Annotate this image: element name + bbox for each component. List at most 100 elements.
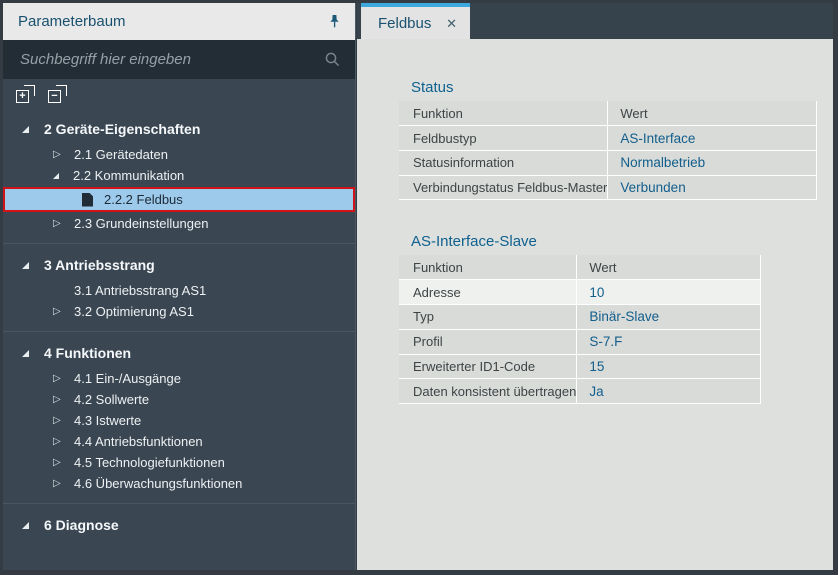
tree-item-label: 4.6 Überwachungsfunktionen [74,476,242,491]
param-label: Erweiterter ID1-Code [399,354,577,379]
tree-item-ueberwachungsfunktionen[interactable]: 4.6 Überwachungsfunktionen [3,473,355,494]
table-row: Daten konsistent übertragen Ja [399,379,761,404]
parameter-tree: 2 Geräte-Eigenschaften 2.1 Gerätedaten 2… [3,108,355,570]
detail-panel: Feldbus ✕ Status Funktion Wert Feldbusty… [357,3,833,570]
chevron-collapsed-icon[interactable] [53,150,66,160]
chevron-collapsed-icon[interactable] [53,437,66,447]
tree-item-label: 2.2.2 Feldbus [104,192,183,207]
chevron-collapsed-icon[interactable] [53,374,66,384]
chevron-expanded-icon[interactable] [22,522,29,529]
tree-item-grundeinstellungen[interactable]: 2.3 Grundeinstellungen [3,213,355,234]
tree-item-label: 4.1 Ein-/Ausgänge [74,371,181,386]
tree-toolbar: + − [3,79,355,108]
param-value[interactable]: Verbunden [608,175,817,200]
tree-section-geraete-eigenschaften[interactable]: 2 Geräte-Eigenschaften [3,117,355,141]
tree-item-label: 4.4 Antriebsfunktionen [74,434,203,449]
tree-item-label: 2.1 Gerätedaten [74,147,168,162]
collapse-all-button[interactable]: − [48,85,67,103]
pin-icon[interactable] [325,13,343,31]
tree-item-label: 2.2 Kommunikation [73,168,184,183]
section-title-status: Status [411,79,833,96]
tree-item-label: 2 Geräte-Eigenschaften [44,121,200,137]
column-header-funktion: Funktion [399,101,608,126]
param-label: Statusinformation [399,150,608,175]
tab-bar: Feldbus ✕ [357,3,833,39]
column-header-wert: Wert [577,255,761,280]
param-value[interactable]: 15 [577,354,761,379]
tree-item-antriebsstrang-as1[interactable]: 3.1 Antriebsstrang AS1 [3,280,355,301]
as-interface-slave-table: Funktion Wert Adresse 10 Typ Binär-Slave… [399,255,761,404]
table-row: Erweiterter ID1-Code 15 [399,354,761,379]
expand-all-button[interactable]: + [16,85,35,103]
chevron-collapsed-icon[interactable] [53,307,66,317]
plus-icon: + [16,90,29,103]
param-value[interactable]: Ja [577,379,761,404]
sidebar-title: Parameterbaum [18,13,325,30]
tree-item-label: 3.1 Antriebsstrang AS1 [74,283,206,298]
parameter-content: Status Funktion Wert Feldbustyp AS-Inter… [357,39,833,570]
tree-section-diagnose[interactable]: 6 Diagnose [3,513,355,537]
close-icon[interactable]: ✕ [446,17,457,30]
chevron-collapsed-icon[interactable] [53,395,66,405]
chevron-collapsed-icon[interactable] [53,219,66,229]
tree-item-label: 3.2 Optimierung AS1 [74,304,194,319]
chevron-expanded-icon[interactable] [22,262,29,269]
param-value[interactable]: Normalbetrieb [608,150,817,175]
tree-item-kommunikation[interactable]: 2.2 Kommunikation [3,165,355,186]
param-label: Feldbustyp [399,126,608,151]
tab-label: Feldbus [378,15,446,32]
param-value[interactable]: AS-Interface [608,126,817,151]
tree-divider [3,503,355,504]
tree-item-ein-ausgaenge[interactable]: 4.1 Ein-/Ausgänge [3,368,355,389]
param-value[interactable]: S-7.F [577,329,761,354]
tree-item-optimierung-as1[interactable]: 3.2 Optimierung AS1 [3,301,355,322]
param-label: Daten konsistent übertragen [399,379,577,404]
tree-item-technologiefunktionen[interactable]: 4.5 Technologiefunktionen [3,452,355,473]
table-row-highlighted: Adresse 10 [399,280,761,305]
param-value[interactable]: 10 [577,280,761,305]
search-input[interactable] [20,51,324,68]
table-row: Verbindungstatus Feldbus-Master Verbunde… [399,175,817,200]
param-label: Verbindungstatus Feldbus-Master [399,175,608,200]
param-label: Adresse [399,280,577,305]
sidebar-header: Parameterbaum [3,3,355,40]
tree-item-antriebsfunktionen[interactable]: 4.4 Antriebsfunktionen [3,431,355,452]
column-header-wert: Wert [608,101,817,126]
tree-item-label: 4.2 Sollwerte [74,392,149,407]
tree-item-label: 2.3 Grundeinstellungen [74,216,208,231]
tree-divider [3,243,355,244]
table-row: Typ Binär-Slave [399,305,761,330]
chevron-collapsed-icon[interactable] [53,458,66,468]
tree-item-label: 6 Diagnose [44,517,119,533]
chevron-expanded-icon[interactable] [22,126,29,133]
tree-section-antriebsstrang[interactable]: 3 Antriebsstrang [3,253,355,277]
table-row: Feldbustyp AS-Interface [399,126,817,151]
tree-item-label: 3 Antriebsstrang [44,257,155,273]
tree-item-label: 4.5 Technologiefunktionen [74,455,225,470]
table-row: Statusinformation Normalbetrieb [399,150,817,175]
tree-divider [3,331,355,332]
search-icon [324,51,341,68]
tree-item-sollwerte[interactable]: 4.2 Sollwerte [3,389,355,410]
tree-section-funktionen[interactable]: 4 Funktionen [3,341,355,365]
chevron-expanded-icon[interactable] [53,173,59,179]
table-header-row: Funktion Wert [399,255,761,280]
tree-item-label: 4.3 Istwerte [74,413,141,428]
tree-item-label: 4 Funktionen [44,345,131,361]
search-bar [3,40,355,79]
tree-item-geraetedaten[interactable]: 2.1 Gerätedaten [3,144,355,165]
tree-item-istwerte[interactable]: 4.3 Istwerte [3,410,355,431]
table-row: Profil S-7.F [399,329,761,354]
document-icon [82,193,93,207]
section-title-as-interface-slave: AS-Interface-Slave [411,233,833,250]
chevron-collapsed-icon[interactable] [53,479,66,489]
chevron-expanded-icon[interactable] [22,350,29,357]
table-header-row: Funktion Wert [399,101,817,126]
tree-item-feldbus-selected[interactable]: 2.2.2 Feldbus [3,187,355,212]
chevron-collapsed-icon[interactable] [53,416,66,426]
tab-feldbus[interactable]: Feldbus ✕ [361,3,470,39]
param-value[interactable]: Binär-Slave [577,305,761,330]
column-header-funktion: Funktion [399,255,577,280]
param-label: Profil [399,329,577,354]
param-label: Typ [399,305,577,330]
